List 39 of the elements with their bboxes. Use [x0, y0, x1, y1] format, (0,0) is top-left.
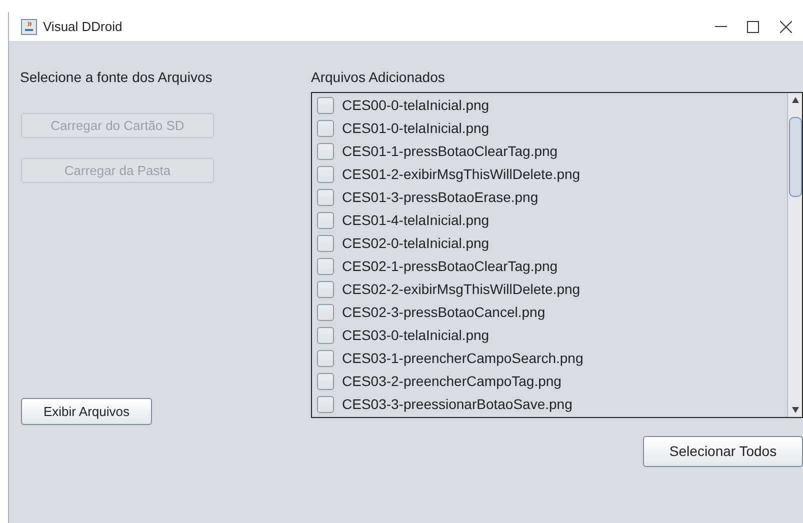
checkbox[interactable]: [317, 396, 334, 413]
maximize-icon: [747, 20, 759, 32]
file-name: CES01-2-exibirMsgThisWillDelete.png: [342, 165, 580, 184]
checkbox[interactable]: [317, 97, 334, 114]
file-name: CES02-0-telaInicial.png: [342, 234, 490, 253]
checkbox[interactable]: [317, 327, 334, 344]
checkbox[interactable]: [317, 304, 334, 321]
file-name: CES01-0-telaInicial.png: [342, 119, 490, 138]
show-files-button[interactable]: Exibir Arquivos: [21, 398, 152, 425]
checkbox[interactable]: [317, 258, 334, 275]
checkbox[interactable]: [317, 235, 334, 252]
file-name: CES03-0-telaInicial.png: [342, 326, 490, 345]
checkbox[interactable]: [317, 212, 334, 229]
checkbox[interactable]: [317, 281, 334, 298]
checkbox[interactable]: [317, 350, 334, 367]
file-name: CES03-2-preencherCampoTag.png: [342, 372, 562, 391]
file-name: CES03-3-preessionarBotaoSave.png: [342, 395, 572, 414]
checkbox[interactable]: [317, 143, 334, 160]
scroll-thumb[interactable]: [789, 117, 802, 197]
checkbox[interactable]: [317, 166, 334, 183]
source-label: Selecione a fonte dos Arquivos: [20, 68, 214, 87]
file-name: CES01-4-telaInicial.png: [342, 211, 490, 230]
file-name: CES03-1-preencherCampoSearch.png: [342, 349, 584, 368]
file-name: CES01-3-pressBotaoErase.png: [342, 188, 538, 207]
checkbox[interactable]: [317, 120, 334, 137]
window-title: Visual DDroid: [43, 18, 122, 36]
minimize-icon: [715, 26, 727, 28]
file-name: CES01-1-pressBotaoClearTag.png: [342, 142, 558, 161]
file-name: CES02-3-pressBotaoCancel.png: [342, 303, 546, 322]
checkbox[interactable]: [317, 189, 334, 206]
files-label: Arquivos Adicionados: [311, 68, 446, 87]
select-all-button[interactable]: Selecionar Todos: [643, 436, 803, 467]
file-name: CES02-1-pressBotaoClearTag.png: [342, 257, 558, 276]
java-cup-icon: [21, 18, 37, 34]
checkbox[interactable]: [317, 373, 334, 390]
close-icon: [780, 20, 792, 32]
file-name: CES00-0-telaInicial.png: [342, 96, 490, 115]
file-name: CES02-2-exibirMsgThisWillDelete.png: [342, 280, 580, 299]
scrollbar[interactable]: [787, 93, 802, 417]
